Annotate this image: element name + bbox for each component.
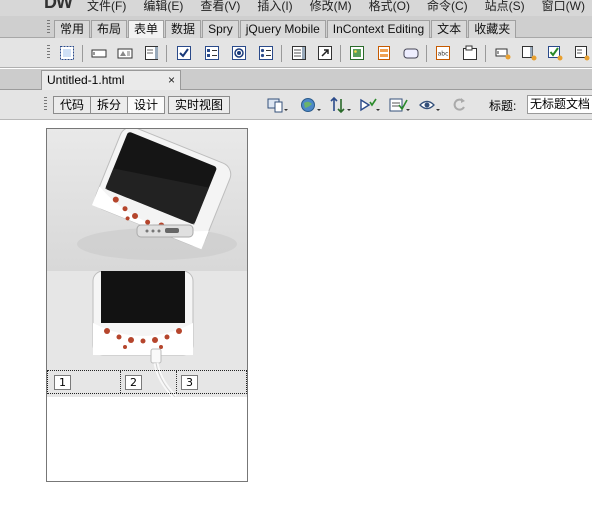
checkbox-group-icon[interactable] — [203, 44, 221, 62]
menu-site[interactable]: 站点(S) — [485, 0, 525, 14]
multiscreen-icon[interactable] — [267, 96, 289, 114]
toolbar-separator — [82, 45, 83, 62]
menu-bar: DW 文件(F) 编辑(E) 查看(V) 插入(I) 修改(M) 格式(O) 命… — [0, 0, 592, 16]
split-view-button[interactable]: 拆分 — [90, 96, 129, 114]
refresh-icon[interactable] — [451, 96, 473, 114]
toolbar-separator — [166, 45, 167, 62]
select-list-icon[interactable] — [290, 44, 308, 62]
checkbox-icon[interactable] — [175, 44, 193, 62]
live-view-button[interactable]: 实时视图 — [168, 96, 231, 114]
radio-button-icon[interactable] — [230, 44, 248, 62]
button-icon[interactable] — [402, 44, 420, 62]
design-canvas[interactable]: 1 2 3 — [0, 121, 592, 505]
spry-select-icon[interactable] — [573, 44, 591, 62]
menu-insert[interactable]: 插入(I) — [257, 0, 292, 14]
toolbar-separator — [426, 45, 427, 62]
w3c-validation-icon[interactable] — [359, 96, 381, 114]
title-label: 标题: — [489, 99, 517, 113]
design-view-button[interactable]: 设计 — [127, 96, 166, 114]
file-field-icon[interactable] — [375, 44, 393, 62]
cell-number-2: 2 — [125, 375, 142, 390]
jump-menu-icon[interactable] — [316, 44, 334, 62]
file-management-icon[interactable] — [330, 96, 352, 114]
toolbar-separator — [340, 45, 341, 62]
textarea-icon[interactable] — [143, 44, 161, 62]
cell-divider — [120, 371, 121, 393]
menu-view[interactable]: 查看(V) — [200, 0, 240, 14]
toolbar-separator — [281, 45, 282, 62]
tab-text[interactable]: 文本 — [431, 20, 468, 38]
cell-divider — [176, 371, 177, 393]
browser-compatibility-icon[interactable] — [389, 96, 411, 114]
label-icon[interactable]: abc — [434, 44, 452, 62]
insert-panel-tabs: 常用 布局 表单 数据 Spry jQuery Mobile InContext… — [0, 16, 592, 38]
menu-format[interactable]: 格式(O) — [369, 0, 410, 14]
tab-incontext-editing[interactable]: InContext Editing — [326, 20, 431, 38]
hidden-field-icon[interactable] — [116, 44, 134, 62]
code-view-button[interactable]: 代码 — [53, 96, 92, 114]
toolbar-grip[interactable] — [47, 45, 50, 60]
view-mode-buttons: 代码 拆分 设计 实时视图 — [53, 96, 231, 114]
radio-group-icon[interactable] — [257, 44, 275, 62]
toolbar-grip[interactable] — [44, 97, 47, 112]
menu-edit[interactable]: 编辑(E) — [143, 0, 183, 14]
document-tab[interactable]: Untitled-1.html × — [41, 70, 181, 90]
close-icon[interactable]: × — [168, 71, 175, 89]
tab-favorites[interactable]: 收藏夹 — [468, 20, 517, 38]
preview-in-browser-icon[interactable] — [300, 96, 322, 114]
form-icon[interactable] — [58, 44, 76, 62]
spry-checkbox-icon[interactable] — [546, 44, 564, 62]
menu-modify[interactable]: 修改(M) — [310, 0, 352, 14]
fieldset-icon[interactable] — [461, 44, 479, 62]
tab-spry[interactable]: Spry — [202, 20, 239, 38]
menu-file[interactable]: 文件(F) — [87, 0, 126, 14]
document-tab-bar: Untitled-1.html × — [0, 69, 592, 90]
tab-jquery-mobile[interactable]: jQuery Mobile — [239, 20, 326, 38]
phone-photo-top — [47, 129, 247, 271]
cell-number-1: 1 — [54, 375, 71, 390]
svg-text:abc: abc — [438, 51, 449, 58]
tab-layout[interactable]: 布局 — [91, 20, 128, 38]
menu-window[interactable]: 窗口(W) — [542, 0, 585, 14]
spry-text-field-icon[interactable] — [494, 44, 512, 62]
tab-common[interactable]: 常用 — [54, 20, 91, 38]
document-tab-title: Untitled-1.html — [47, 73, 125, 87]
insert-toolbar: abc — [0, 38, 592, 68]
toolbar-separator — [485, 45, 486, 62]
page-content-frame: 1 2 3 — [46, 128, 248, 482]
tab-forms[interactable]: 表单 — [128, 20, 165, 38]
document-toolbar: 代码 拆分 设计 实时视图 标题: 无标题文档 — [0, 90, 592, 120]
spry-textarea-icon[interactable] — [520, 44, 538, 62]
visual-aids-icon[interactable] — [419, 96, 441, 114]
text-field-icon[interactable] — [90, 44, 108, 62]
image-field-icon[interactable] — [348, 44, 366, 62]
menu-commands[interactable]: 命令(C) — [427, 0, 468, 14]
dreamweaver-logo: DW — [44, 0, 73, 12]
menu-items: 文件(F) 编辑(E) 查看(V) 插入(I) 修改(M) 格式(O) 命令(C… — [87, 0, 592, 14]
document-title-input[interactable]: 无标题文档 — [527, 95, 592, 114]
cell-number-3: 3 — [181, 375, 198, 390]
panel-grip[interactable] — [47, 20, 50, 35]
tab-data[interactable]: 数据 — [165, 20, 202, 38]
numbered-table-row[interactable]: 1 2 3 — [47, 370, 247, 394]
